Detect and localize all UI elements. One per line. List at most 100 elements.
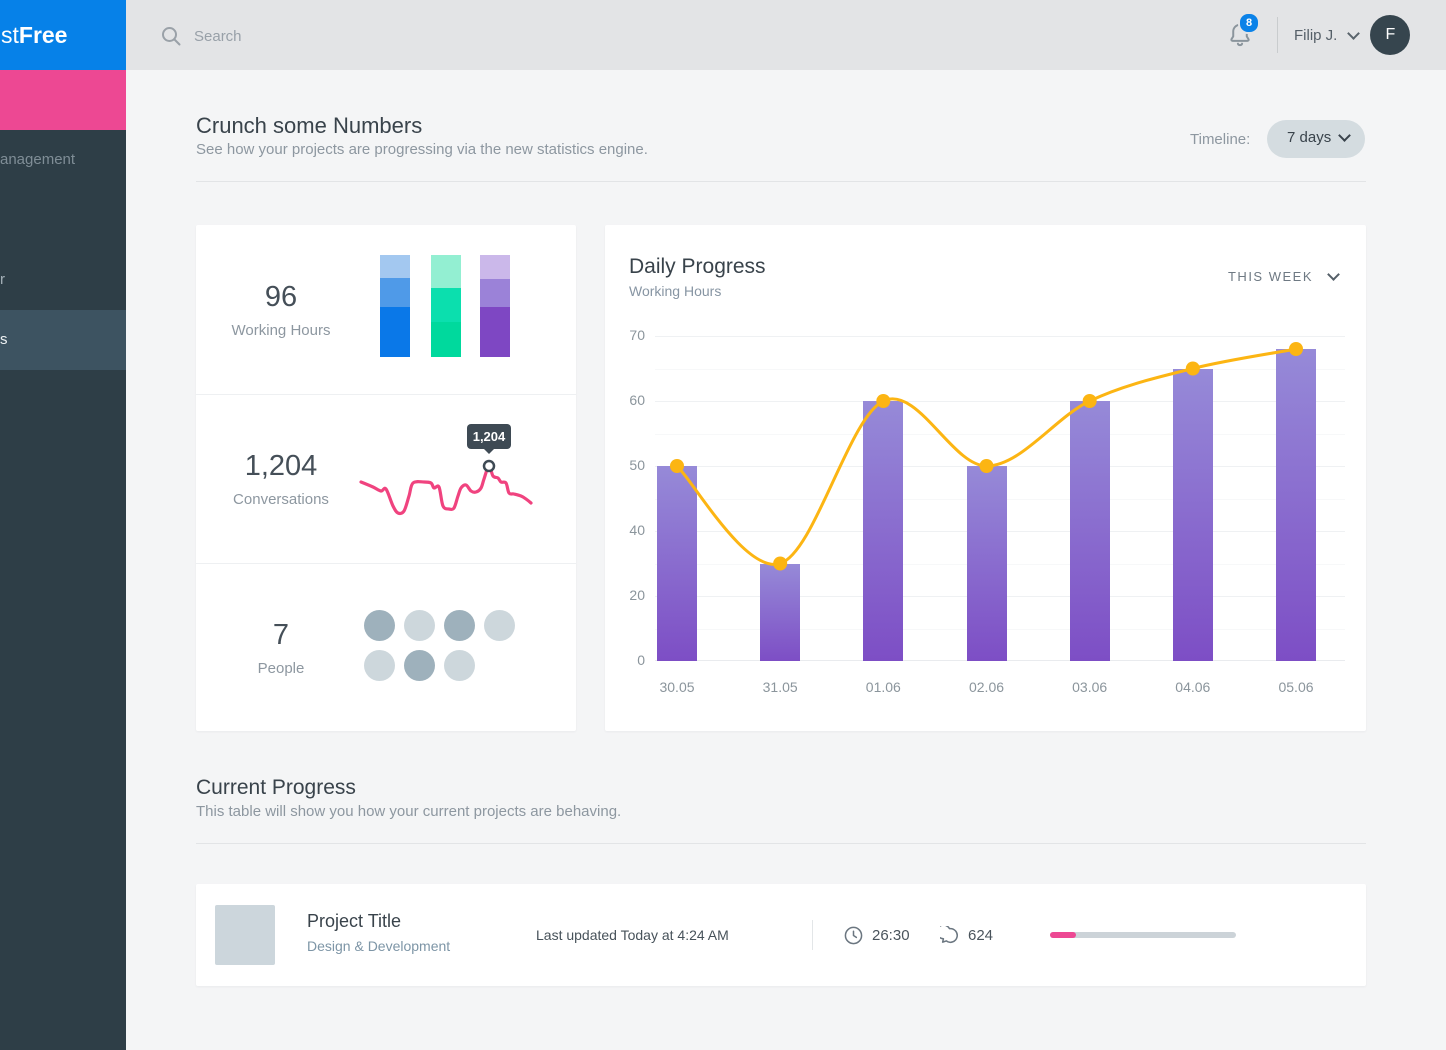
working-hours-value: 96 <box>216 281 346 314</box>
data-point <box>670 459 684 473</box>
person-dot <box>484 610 515 641</box>
x-axis-tick: 04.06 <box>1175 679 1210 695</box>
daily-progress-card: Daily Progress Working Hours THIS WEEK 0… <box>605 225 1366 731</box>
notification-badge: 8 <box>1238 12 1260 34</box>
timeline-select[interactable]: 7 days <box>1267 120 1365 158</box>
x-axis-tick: 02.06 <box>969 679 1004 695</box>
project-row[interactable]: Project Title Design & Development Last … <box>196 884 1366 986</box>
sidebar: stFree anagement r s <box>0 0 126 1050</box>
x-axis-tick: 30.05 <box>659 679 694 695</box>
page-subtitle: See how your projects are progressing vi… <box>196 141 648 158</box>
sparkline-svg <box>360 456 532 516</box>
chevron-down-icon <box>1327 268 1340 281</box>
x-axis-tick: 31.05 <box>763 679 798 695</box>
people-dots <box>364 610 524 690</box>
y-axis-tick: 70 <box>605 327 645 343</box>
header-divider <box>196 181 1366 182</box>
conversations-sparkline <box>360 456 532 516</box>
user-name: Filip J. <box>1294 27 1337 44</box>
sidebar-item[interactable]: r <box>0 271 5 288</box>
y-axis-tick: 50 <box>605 457 645 473</box>
stat-people: 7 People <box>196 563 576 732</box>
person-dot <box>444 650 475 681</box>
timeline-value: 7 days <box>1287 129 1331 146</box>
sidebar-item-active[interactable]: s <box>0 310 126 370</box>
conversations-label: Conversations <box>216 491 346 508</box>
chevron-down-icon <box>1347 27 1360 40</box>
range-value: THIS WEEK <box>1228 269 1313 284</box>
data-point <box>773 557 787 571</box>
person-dot <box>404 610 435 641</box>
sidebar-accent-block <box>0 70 126 130</box>
daily-progress-title: Daily Progress <box>629 255 766 279</box>
sparkline-tooltip: 1,204 <box>467 424 511 449</box>
y-axis-tick: 40 <box>605 522 645 538</box>
bar-segment <box>380 307 410 357</box>
stacked-bar <box>480 255 510 357</box>
data-point <box>1186 362 1200 376</box>
logo[interactable]: stFree <box>0 0 127 70</box>
stat-conversations: 1,204 Conversations 1,204 <box>196 394 576 563</box>
bar-segment <box>480 307 510 357</box>
people-label: People <box>216 660 346 677</box>
person-dot <box>364 610 395 641</box>
bar-segment <box>431 288 461 322</box>
data-point <box>876 394 890 408</box>
working-hours-mini-chart <box>380 255 510 357</box>
section-divider <box>196 843 1366 844</box>
y-axis-tick: 0 <box>605 652 645 668</box>
project-title: Project Title <box>307 911 401 932</box>
daily-progress-subtitle: Working Hours <box>629 283 721 299</box>
bar-segment <box>431 322 461 357</box>
y-axis: 02040506070 <box>605 336 645 661</box>
x-axis-tick: 01.06 <box>866 679 901 695</box>
search-icon[interactable] <box>160 25 182 52</box>
person-dot <box>364 650 395 681</box>
x-axis-tick: 05.06 <box>1278 679 1313 695</box>
current-progress-title: Current Progress <box>196 776 356 800</box>
current-progress-subtitle: This table will show you how your curren… <box>196 803 621 820</box>
stat-working-hours: 96 Working Hours <box>196 225 576 394</box>
highlighted-point <box>484 461 494 471</box>
daily-progress-line <box>655 336 1345 661</box>
y-axis-tick: 20 <box>605 587 645 603</box>
x-axis-tick: 03.06 <box>1072 679 1107 695</box>
daily-progress-plot <box>655 336 1345 661</box>
logo-text-bold: Free <box>19 22 68 48</box>
bar-segment <box>380 255 410 278</box>
bar-segment <box>431 255 461 288</box>
search-input[interactable] <box>192 20 616 52</box>
person-dot <box>444 610 475 641</box>
progress-bar <box>1050 932 1236 938</box>
data-point <box>1083 394 1097 408</box>
comment-icon <box>940 926 959 950</box>
bar-segment <box>480 279 510 307</box>
time-spent: 26:30 <box>872 927 910 944</box>
y-axis-tick: 60 <box>605 392 645 408</box>
logo-text-light: st <box>1 22 19 48</box>
stats-card: 96 Working Hours 1,204 Conversations 1,2… <box>196 225 576 731</box>
project-last-updated: Last updated Today at 4:24 AM <box>536 927 729 943</box>
stacked-bar <box>380 255 410 357</box>
progress-bar-fill <box>1050 932 1076 938</box>
project-category-link[interactable]: Design & Development <box>307 938 450 954</box>
bar-segment <box>480 255 510 279</box>
data-point <box>1289 342 1303 356</box>
conversations-value: 1,204 <box>216 450 346 483</box>
people-value: 7 <box>216 619 346 652</box>
x-axis: 30.05 31.05 01.06 02.06 03.06 04.06 05.06 <box>655 679 1345 699</box>
row-divider <box>812 920 813 950</box>
data-point <box>980 459 994 473</box>
project-thumbnail <box>215 905 275 965</box>
chevron-down-icon <box>1338 129 1351 142</box>
topbar-divider <box>1277 17 1278 53</box>
sidebar-section-label: anagement <box>0 151 75 168</box>
app-root: stFree anagement r s 8 Filip J. F Crunch… <box>0 0 1446 1050</box>
bar-segment <box>380 278 410 307</box>
user-menu[interactable]: Filip J. F <box>1294 0 1410 70</box>
stacked-bar <box>431 255 461 357</box>
range-select[interactable]: THIS WEEK <box>1228 269 1338 284</box>
avatar[interactable]: F <box>1370 15 1410 55</box>
clock-icon <box>844 926 863 950</box>
page-title: Crunch some Numbers <box>196 113 422 139</box>
